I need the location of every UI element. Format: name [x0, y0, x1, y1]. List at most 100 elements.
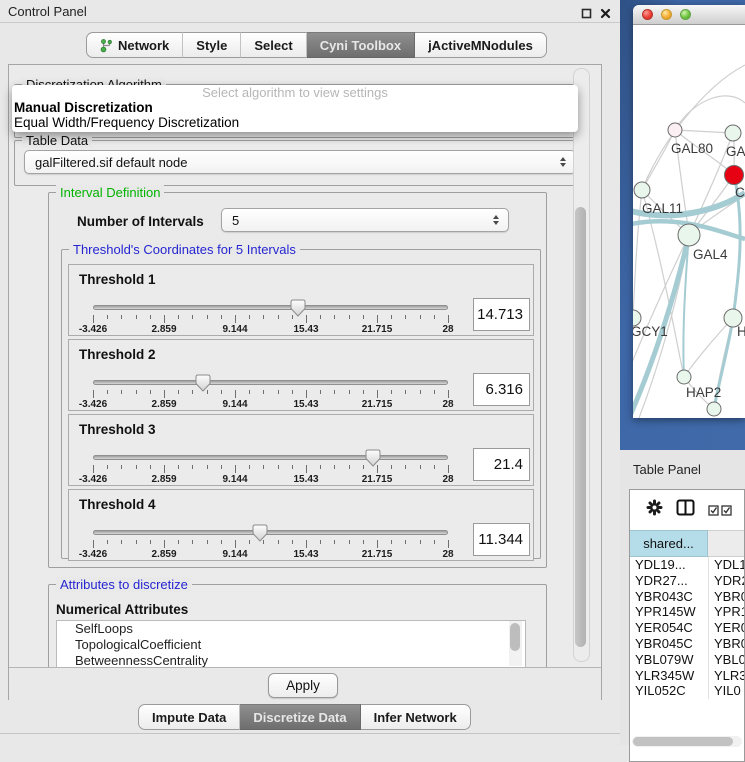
table-row[interactable]: YPR145WYPR1	[630, 604, 745, 620]
threshold-label: Threshold 1	[79, 272, 156, 287]
tab-jactivemnodules[interactable]: jActiveMNodules	[415, 32, 547, 58]
tab-impute-data[interactable]: Impute Data	[138, 704, 240, 730]
popup-placeholder-item[interactable]: Select algorithm to view settings	[12, 85, 578, 100]
tick-mark	[107, 465, 108, 469]
column-header-shared[interactable]: shared...	[630, 530, 708, 557]
cell-name[interactable]: YDR2	[708, 573, 745, 589]
tick-mark	[150, 315, 151, 319]
cell-name[interactable]: YER0	[708, 620, 745, 636]
num-intervals-combo[interactable]: 5	[221, 208, 509, 232]
tab-cyni-toolbox[interactable]: Cyni Toolbox	[307, 32, 415, 58]
tick-mark	[164, 315, 165, 323]
table-row[interactable]: YBL079WYBL0	[630, 652, 745, 668]
slider-thumb[interactable]	[195, 374, 211, 397]
checkbox-icon[interactable]	[708, 505, 732, 516]
table-row[interactable]: YBR043CYBR0	[630, 589, 745, 605]
slider-track[interactable]	[93, 305, 448, 310]
network-window-titlebar[interactable]	[633, 5, 745, 25]
float-window-icon[interactable]	[581, 6, 592, 17]
popup-item-manual-discretization[interactable]: Manual Discretization	[12, 100, 578, 115]
column-header-name[interactable]: na	[708, 530, 745, 557]
tick-mark	[306, 315, 307, 323]
network-canvas[interactable]: GAL80GACGAL11GAL4GCY1HHAP2	[633, 25, 745, 418]
threshold-value-field[interactable]: 14.713	[473, 298, 530, 331]
threshold-value-field[interactable]: 11.344	[473, 523, 530, 556]
close-icon[interactable]	[600, 6, 611, 17]
tab-select[interactable]: Select	[241, 32, 306, 58]
GAL11-node[interactable]	[634, 182, 650, 198]
settings-scrollbar-thumb[interactable]	[575, 207, 586, 647]
attributes-scrollbar-thumb[interactable]	[510, 623, 520, 651]
tick-mark	[221, 390, 222, 394]
tick-mark	[192, 315, 193, 319]
node-label-ga: GA	[726, 144, 745, 159]
tab-label: Discretize Data	[253, 710, 346, 725]
cell-name[interactable]: YIL0	[708, 683, 745, 699]
cell-shared-name[interactable]: YIL052C	[630, 683, 708, 699]
HAP2-node[interactable]	[677, 370, 691, 384]
slider-track[interactable]	[93, 455, 448, 460]
tab-discretize-data[interactable]: Discretize Data	[240, 704, 360, 730]
threshold-value-field[interactable]: 6.316	[473, 373, 530, 406]
slider-thumb[interactable]	[252, 524, 268, 547]
control-panel-titlebar: Control Panel	[0, 0, 620, 23]
cell-name[interactable]: YBR0	[708, 589, 745, 605]
threshold-value-field[interactable]: 21.4	[473, 448, 530, 481]
numerical-attributes-list[interactable]: SelfLoopsTopologicalCoefficientBetweenne…	[56, 620, 526, 669]
tick-mark	[150, 390, 151, 394]
red-node[interactable]	[725, 166, 744, 185]
table-data-combo[interactable]: galFiltered.sif default node	[24, 150, 576, 174]
cell-shared-name[interactable]: YER054C	[630, 620, 708, 636]
tab-style[interactable]: Style	[183, 32, 241, 58]
zoom-traffic-light-icon[interactable]	[680, 9, 691, 20]
tick-mark	[207, 465, 208, 469]
slider-thumb[interactable]	[365, 449, 381, 472]
cell-name[interactable]: YBR0	[708, 636, 745, 652]
table-row[interactable]: YLR345WYLR3	[630, 668, 745, 684]
slider-thumb[interactable]	[290, 299, 306, 322]
attribute-item-selfloops[interactable]: SelfLoops	[57, 621, 525, 637]
cell-shared-name[interactable]: YBR045C	[630, 636, 708, 652]
cell-shared-name[interactable]: YPR145W	[630, 604, 708, 620]
tick-mark	[93, 540, 94, 548]
slider-track[interactable]	[93, 530, 448, 535]
GAL4-node[interactable]	[678, 224, 700, 246]
tick-label: 2.859	[151, 549, 176, 560]
settings-scrollbar[interactable]	[573, 68, 590, 662]
cell-shared-name[interactable]: YBR043C	[630, 589, 708, 605]
close-traffic-light-icon[interactable]	[642, 9, 653, 20]
network-icon	[100, 38, 113, 53]
slider-track[interactable]	[93, 380, 448, 385]
panel-title: Control Panel	[8, 4, 87, 19]
cell-shared-name[interactable]: YBL079W	[630, 652, 708, 668]
table-row[interactable]: YBR045CYBR0	[630, 636, 745, 652]
table-row[interactable]: YIL052CYIL0	[630, 683, 745, 699]
attribute-item-topologicalcoefficient[interactable]: TopologicalCoefficient	[57, 637, 525, 653]
attributes-scrollbar[interactable]	[509, 621, 522, 666]
tab-network[interactable]: Network	[86, 32, 183, 58]
minimize-traffic-light-icon[interactable]	[661, 9, 672, 20]
cell-shared-name[interactable]: YDR27...	[630, 573, 708, 589]
split-columns-icon[interactable]	[676, 499, 695, 521]
cell-name[interactable]: YLR3	[708, 668, 745, 684]
gear-icon[interactable]	[646, 499, 663, 521]
tick-label: 2.859	[151, 324, 176, 335]
cell-name[interactable]: YDL1	[708, 557, 745, 573]
cell-name[interactable]: YPR1	[708, 604, 745, 620]
table-row[interactable]: YDR27...YDR2	[630, 573, 745, 589]
tick-mark	[207, 315, 208, 319]
edge-node[interactable]	[707, 402, 721, 416]
cell-shared-name[interactable]: YLR345W	[630, 668, 708, 684]
apply-button[interactable]: Apply	[268, 673, 338, 698]
cell-shared-name[interactable]: YDL19...	[630, 557, 708, 573]
tick-mark	[363, 315, 364, 319]
tab-infer-network[interactable]: Infer Network	[361, 704, 471, 730]
cell-name[interactable]: YBL0	[708, 652, 745, 668]
table-row[interactable]: YDL19...YDL1	[630, 557, 745, 573]
table-row[interactable]: YER054CYER0	[630, 620, 745, 636]
table-h-scrollbar[interactable]	[632, 736, 742, 747]
tab-label: jActiveMNodules	[428, 38, 533, 53]
GAL80-node[interactable]	[668, 123, 682, 137]
popup-item-equal-width-frequency-discretization[interactable]: Equal Width/Frequency Discretization	[12, 115, 578, 130]
GA-node[interactable]	[725, 125, 741, 141]
